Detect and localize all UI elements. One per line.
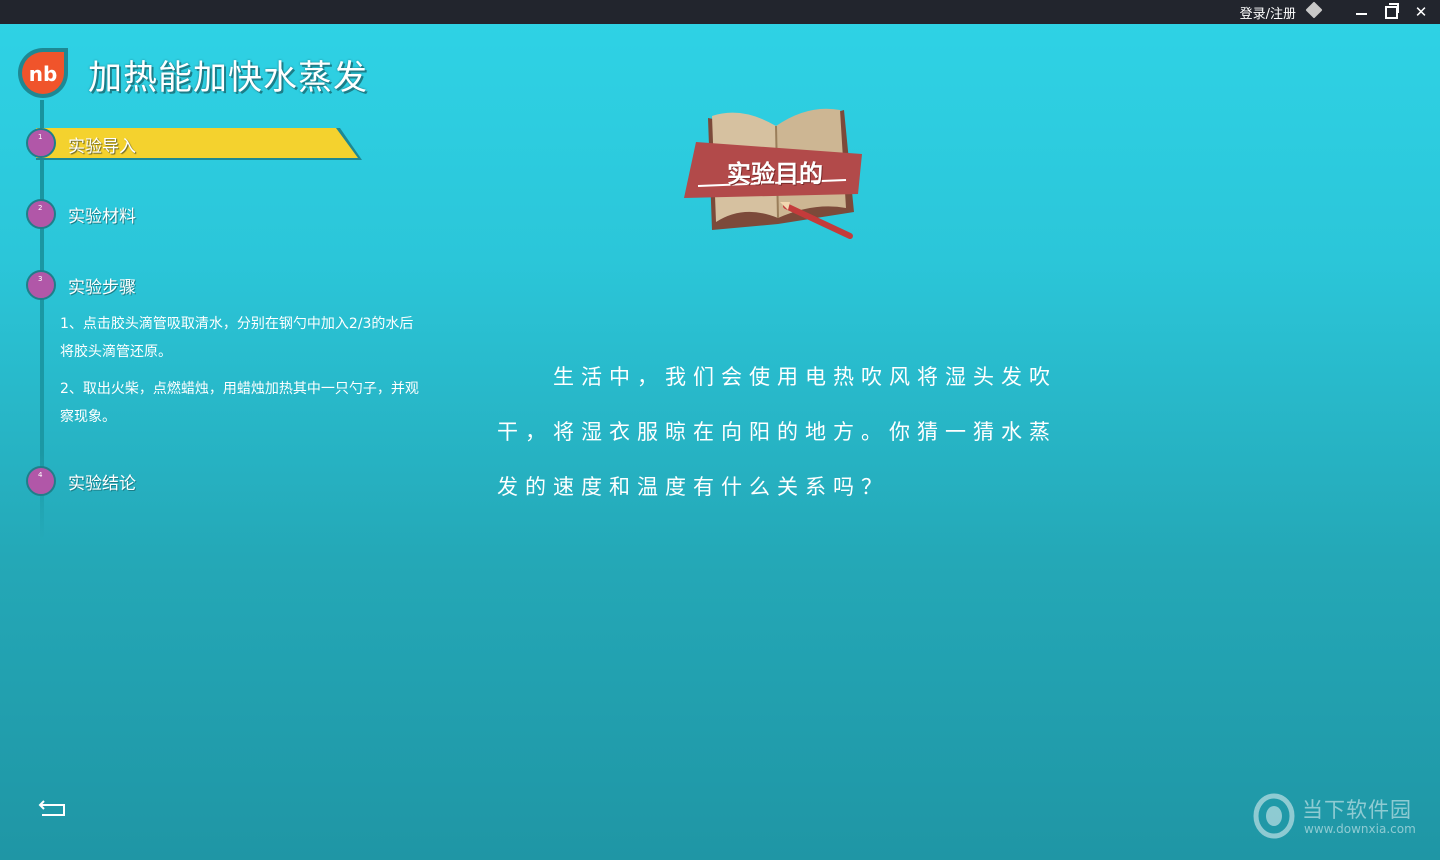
nav-step-label: 实验材料 <box>68 206 136 227</box>
minimize-button[interactable] <box>1350 2 1372 22</box>
minimize-icon <box>1355 12 1367 15</box>
maximize-button[interactable] <box>1380 2 1402 22</box>
close-button[interactable]: ✕ <box>1410 2 1432 22</box>
nav-step-intro[interactable]: 1 <box>26 128 56 158</box>
step-dot: 3 <box>26 270 56 300</box>
step-dot: 1 <box>26 128 56 158</box>
watermark-url: www.downxia.com <box>1304 822 1416 836</box>
login-register-link[interactable]: 登录/注册 <box>1240 3 1296 22</box>
close-icon: ✕ <box>1414 2 1428 21</box>
intro-text: 生活中，我们会使用电热吹风将湿头发吹干，将湿衣服晾在向阳的地方。你猜一猜水蒸发的… <box>497 365 1057 499</box>
nav-step-conclusion[interactable]: 4 实验结论 <box>26 466 136 496</box>
logo-text: nb <box>29 62 58 86</box>
app-logo: nb <box>18 48 68 98</box>
nav-step-label: 实验步骤 <box>68 277 136 298</box>
step-dot: 2 <box>26 199 56 229</box>
window-titlebar: 登录/注册 ✕ <box>0 0 1440 24</box>
procedure-step-2: 2、取出火柴，点燃蜡烛，用蜡烛加热其中一只勺子，并观察现象。 <box>60 381 419 425</box>
watermark-title: 当下软件园 <box>1302 798 1412 822</box>
step-dot: 4 <box>26 466 56 496</box>
maximize-icon <box>1384 2 1399 19</box>
nav-step-intro-label[interactable]: 实验导入 <box>68 132 136 157</box>
watermark-logo-icon <box>1253 793 1295 839</box>
procedure-step-1: 1、点击胶头滴管吸取清水，分别在钢勺中加入2/3的水后将胶头滴管还原。 <box>60 316 414 360</box>
page-title: 加热能加快水蒸发 <box>88 58 368 98</box>
nav-step-procedure[interactable]: 3 实验步骤 <box>26 270 136 300</box>
purpose-label: 实验目的 <box>727 160 823 188</box>
site-watermark: 当下软件园 www.downxia.com <box>1252 790 1432 846</box>
nav-step-label: 实验结论 <box>68 473 136 494</box>
back-arrow-icon[interactable] <box>38 795 70 819</box>
procedure-details: 1、点击胶头滴管吸取清水，分别在钢勺中加入2/3的水后将胶头滴管还原。 2、取出… <box>60 310 420 440</box>
nav-step-materials[interactable]: 2 实验材料 <box>26 199 136 229</box>
diamond-icon[interactable] <box>1305 1 1323 19</box>
